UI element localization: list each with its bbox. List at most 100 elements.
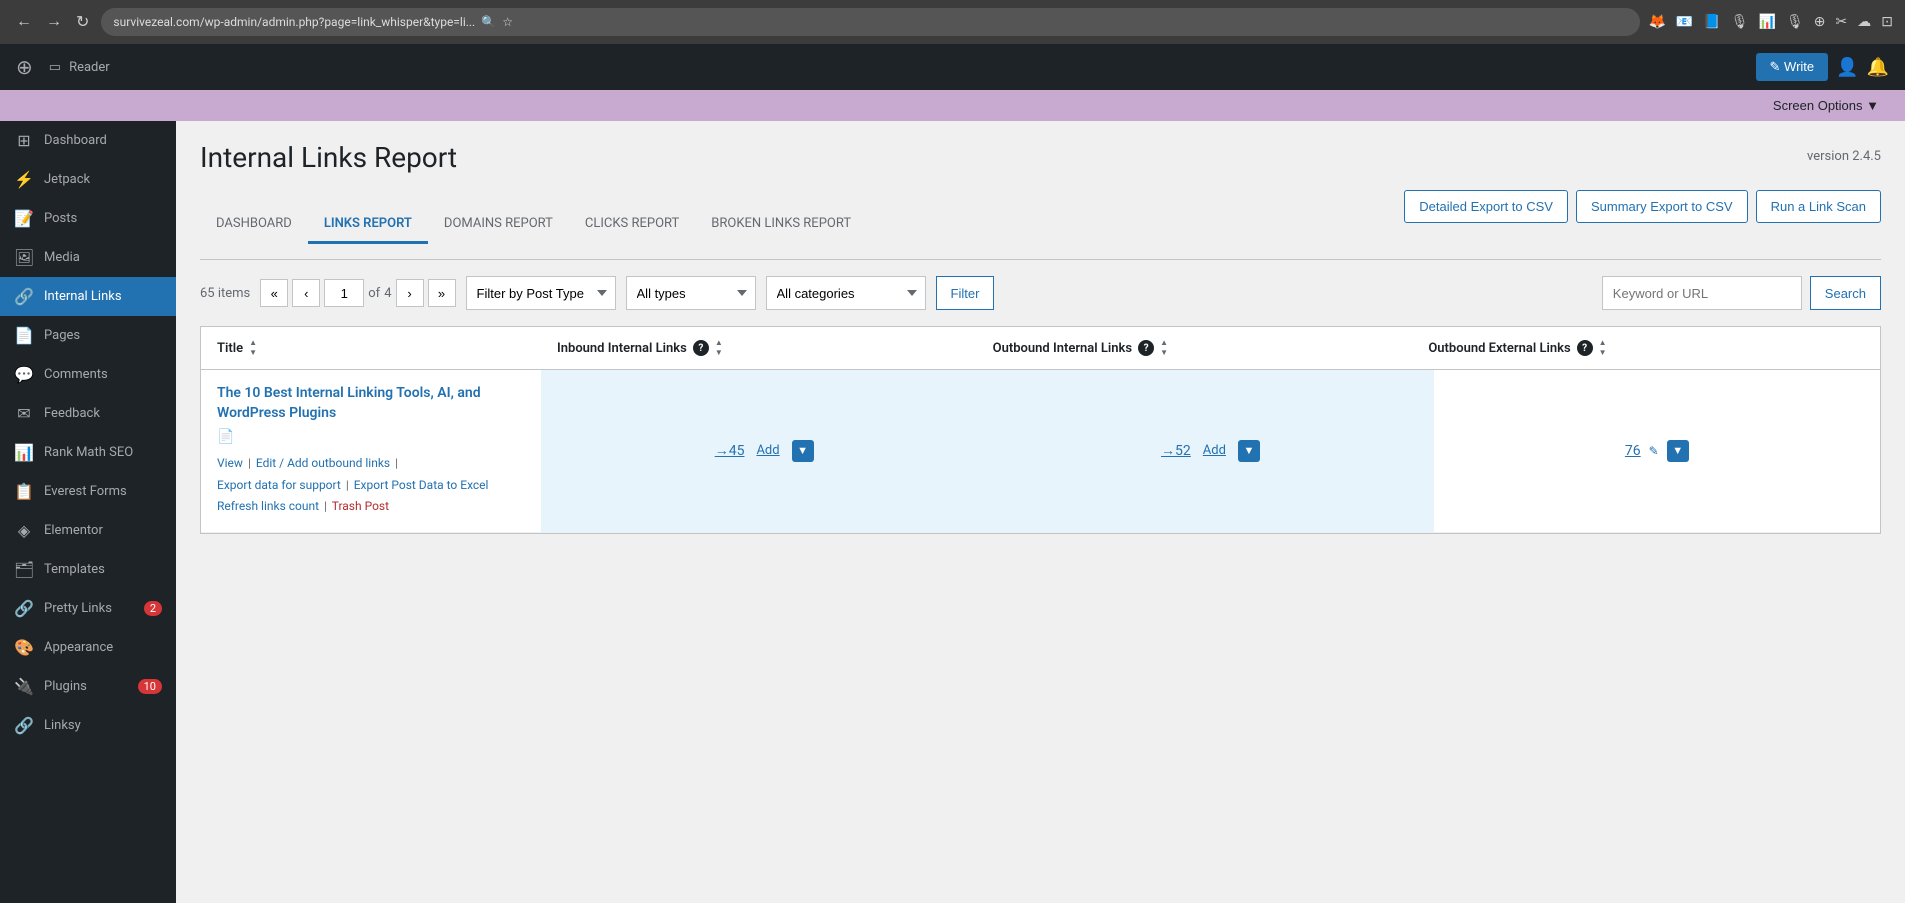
ext-icon-3[interactable]: 📘 [1703,14,1720,30]
sort-up-icon[interactable]: ▲ [1599,339,1607,347]
tab-links-report[interactable]: LINKS REPORT [308,206,428,244]
sidebar-item-plugins[interactable]: 🔌 Plugins 10 [0,667,176,706]
sort-up-icon[interactable]: ▲ [1160,339,1168,347]
outbound-help-icon[interactable]: ? [1138,340,1154,356]
ext-icon-2[interactable]: 📧 [1676,14,1693,30]
dashboard-icon: ⊞ [14,131,34,150]
export-excel-link[interactable]: Export Post Data to Excel [354,478,489,492]
external-count-link[interactable]: 76 [1625,443,1641,459]
first-page-button[interactable]: « [260,279,288,307]
filter-button[interactable]: Filter [936,276,995,310]
col-outbound: Outbound Internal Links ? ▲ ▼ [993,339,1429,357]
export-support-link[interactable]: Export data for support [217,478,341,492]
inbound-help-icon[interactable]: ? [693,340,709,356]
media-icon: 🖼 [14,248,34,267]
add-inbound-link[interactable]: Add [756,443,779,458]
sidebar-item-dashboard[interactable]: ⊞ Dashboard [0,121,176,160]
sidebar-item-jetpack[interactable]: ⚡ Jetpack [0,160,176,199]
sidebar-item-comments[interactable]: 💬 Comments [0,355,176,394]
sidebar-item-feedback[interactable]: ✉ Feedback [0,394,176,433]
sidebar-item-posts[interactable]: 📝 Posts [0,199,176,238]
wp-logo-icon[interactable]: ⊕ [16,55,33,79]
external-sort[interactable]: ▲ ▼ [1599,339,1607,357]
run-scan-button[interactable]: Run a Link Scan [1756,190,1881,223]
page-number-input[interactable] [324,279,364,307]
outbound-count-link[interactable]: →52 [1161,442,1191,459]
tab-clicks-report[interactable]: CLICKS REPORT [569,206,695,244]
prev-page-button[interactable]: ‹ [292,279,320,307]
sort-down-icon[interactable]: ▼ [1599,349,1607,357]
sidebar-item-internal-links[interactable]: 🔗 Internal Links [0,277,176,316]
ext-icon-4[interactable]: 🎙 [1731,14,1749,30]
last-page-button[interactable]: » [428,279,456,307]
ext-icon-9[interactable]: ☁ [1857,14,1871,30]
sort-down-icon[interactable]: ▼ [249,349,257,357]
ext-icon-10[interactable]: ⊡ [1881,14,1893,30]
trash-link[interactable]: Trash Post [332,499,389,513]
inbound-count-link[interactable]: →45 [715,442,745,459]
sidebar-item-elementor[interactable]: ◈ Elementor [0,511,176,550]
col-external: Outbound External Links ? ▲ ▼ [1428,339,1864,357]
screen-options-button[interactable]: Screen Options ▼ [1763,94,1889,117]
posts-icon: 📝 [14,209,34,228]
tab-domains-report[interactable]: DOMAINS REPORT [428,206,569,244]
sidebar-item-everest-forms[interactable]: 📋 Everest Forms [0,472,176,511]
detailed-export-button[interactable]: Detailed Export to CSV [1404,190,1568,223]
search-button[interactable]: Search [1810,276,1881,310]
summary-export-button[interactable]: Summary Export to CSV [1576,190,1748,223]
post-type-icon: 📄 [217,429,234,445]
post-type-filter[interactable]: Filter by Post Type Posts Pages [466,276,616,310]
outbound-dropdown-icon[interactable]: ▼ [1238,440,1260,462]
external-edit-icon[interactable]: ✎ [1649,444,1659,458]
inbound-cell: →45 Add ▼ [541,370,987,532]
rank-math-icon: 📊 [14,443,34,462]
notification-bell-icon[interactable]: 🔔 [1867,57,1889,78]
sidebar-item-pages[interactable]: 📄 Pages [0,316,176,355]
sidebar-item-linksy[interactable]: 🔗 Linksy [0,706,176,745]
ext-icon-6[interactable]: 🎙 [1786,14,1804,30]
external-dropdown-icon[interactable]: ▼ [1667,440,1689,462]
reload-button[interactable]: ↻ [72,8,93,36]
inbound-dropdown-icon[interactable]: ▼ [792,440,814,462]
forward-button[interactable]: → [42,9,66,35]
sidebar-item-pretty-links[interactable]: 🔗 Pretty Links 2 [0,589,176,628]
report-table: Title ▲ ▼ Inbound Internal Links ? ▲ ▼ O… [200,326,1881,534]
post-title-link[interactable]: The 10 Best Internal Linking Tools, AI, … [217,384,525,423]
ext-icon-8[interactable]: ✂ [1836,14,1848,30]
tab-broken-links[interactable]: BROKEN LINKS REPORT [695,206,867,244]
sidebar-item-rank-math[interactable]: 📊 Rank Math SEO [0,433,176,472]
ext-icon-5[interactable]: 📊 [1759,14,1776,30]
wp-layout: ⊞ Dashboard ⚡ Jetpack 📝 Posts 🖼 Media 🔗 … [0,121,1905,903]
ext-icon-7[interactable]: ⊕ [1814,14,1826,30]
sidebar-item-templates[interactable]: 🗂 Templates [0,550,176,589]
edit-link[interactable]: Edit / Add outbound links [256,456,390,470]
col-inbound: Inbound Internal Links ? ▲ ▼ [557,339,993,357]
title-cell: The 10 Best Internal Linking Tools, AI, … [201,370,541,532]
keyword-input[interactable] [1602,276,1802,310]
inbound-sort[interactable]: ▲ ▼ [715,339,723,357]
type-filter[interactable]: All types Published Draft [626,276,756,310]
sort-down-icon[interactable]: ▼ [715,349,723,357]
tab-dashboard[interactable]: DASHBOARD [200,206,308,244]
total-pages: 4 [384,286,391,301]
next-page-button[interactable]: › [396,279,424,307]
add-outbound-link[interactable]: Add [1203,443,1226,458]
title-sort[interactable]: ▲ ▼ [249,339,257,357]
user-avatar-icon[interactable]: 👤 [1836,57,1858,78]
sidebar-item-appearance[interactable]: 🎨 Appearance [0,628,176,667]
view-link[interactable]: View [217,456,243,470]
write-button[interactable]: ✎ Write [1756,53,1829,81]
outbound-sort[interactable]: ▲ ▼ [1160,339,1168,357]
sidebar-item-media[interactable]: 🖼 Media [0,238,176,277]
pretty-links-icon: 🔗 [14,599,34,618]
feedback-icon: ✉ [14,404,34,423]
refresh-link[interactable]: Refresh links count [217,499,319,513]
address-bar[interactable]: survivezeal.com/wp-admin/admin.php?page=… [101,8,1640,36]
sort-up-icon[interactable]: ▲ [249,339,257,347]
category-filter[interactable]: All categories [766,276,926,310]
ext-icon-1[interactable]: 🦊 [1648,14,1665,30]
external-help-icon[interactable]: ? [1577,340,1593,356]
sort-down-icon[interactable]: ▼ [1160,349,1168,357]
back-button[interactable]: ← [12,9,36,35]
sort-up-icon[interactable]: ▲ [715,339,723,347]
